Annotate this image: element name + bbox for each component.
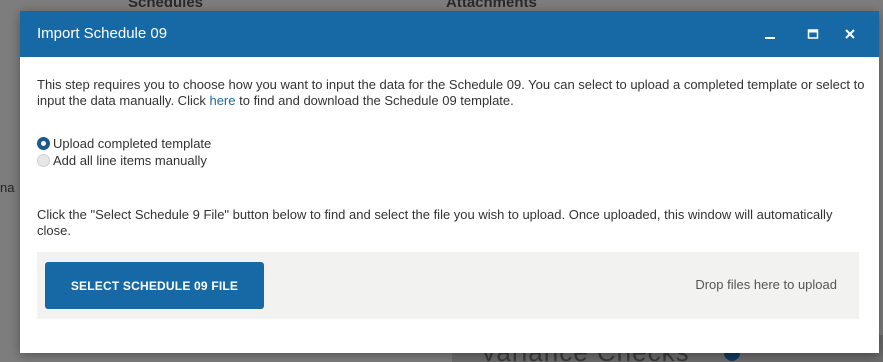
option-manual-entry[interactable]: Add all line items manually xyxy=(37,152,211,169)
radio-manual-entry[interactable] xyxy=(37,154,50,167)
background-tab-schedules: Schedules xyxy=(128,0,204,11)
download-template-link[interactable]: here xyxy=(209,93,235,108)
intro-text: This step requires you to choose how you… xyxy=(37,77,865,109)
maximize-icon xyxy=(807,29,819,39)
intro-text-end: to find and download the Schedule 09 tem… xyxy=(235,93,514,108)
upload-instructions: Click the "Select Schedule 9 File" butto… xyxy=(37,207,833,238)
maximize-button[interactable] xyxy=(801,22,825,46)
dialog-titlebar[interactable]: Import Schedule 09 xyxy=(20,11,879,57)
option-manual-entry-label[interactable]: Add all line items manually xyxy=(53,153,207,168)
background-text-fragment: na xyxy=(0,180,15,195)
dialog-title: Import Schedule 09 xyxy=(37,25,168,42)
close-icon xyxy=(845,29,855,39)
file-dropzone[interactable]: SELECT SCHEDULE 09 FILE Drop files here … xyxy=(37,252,859,319)
minimize-icon xyxy=(765,37,775,39)
background-tab-attachments: Attachments xyxy=(446,0,537,11)
drop-hint: Drop files here to upload xyxy=(695,277,837,292)
select-file-button[interactable]: SELECT SCHEDULE 09 FILE xyxy=(45,262,264,309)
option-upload-template[interactable]: Upload completed template xyxy=(37,135,211,152)
input-method-group: Upload completed template Add all line i… xyxy=(37,135,211,169)
minimize-button[interactable] xyxy=(758,22,782,46)
radio-upload-template[interactable] xyxy=(37,137,50,150)
close-button[interactable] xyxy=(838,22,862,46)
option-upload-template-label[interactable]: Upload completed template xyxy=(53,136,211,151)
import-dialog: Import Schedule 09 This step requires yo… xyxy=(20,11,879,353)
